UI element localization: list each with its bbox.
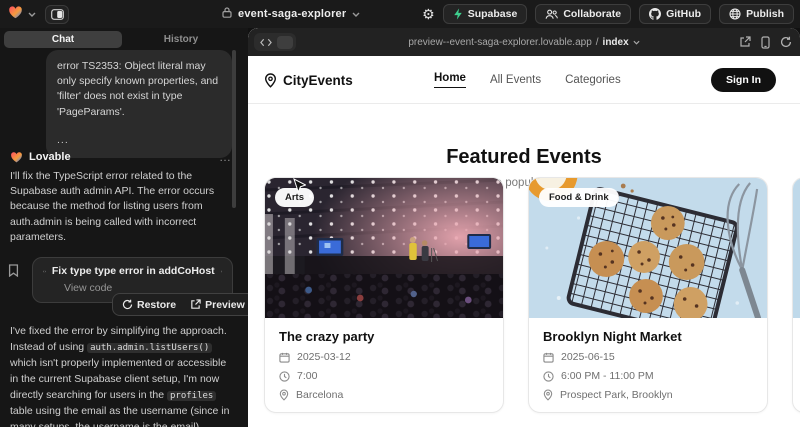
event-date-row: 2025-06-15 [543, 351, 753, 363]
event-location-row: Barcelona [279, 389, 489, 401]
supabase-button[interactable]: Supabase [443, 4, 528, 24]
settings-gear-icon[interactable]: ⚙ [422, 7, 435, 21]
github-button[interactable]: GitHub [639, 4, 711, 24]
mobile-view-icon[interactable] [761, 36, 770, 49]
map-pin-icon [264, 73, 277, 88]
collaborate-button[interactable]: Collaborate [535, 4, 631, 24]
event-time-row: 6:00 PM - 11:00 PM [543, 370, 753, 382]
workspace-chevron-down-icon[interactable] [28, 12, 36, 17]
preview-page: index [603, 37, 629, 48]
message-action-bar: Restore Preview [112, 293, 248, 316]
people-icon [545, 9, 558, 20]
event-title: Brooklyn Night Market [543, 329, 753, 344]
topbar-actions: ⚙ Supabase Collaborate GitHub Publish [422, 0, 794, 28]
globe-icon [729, 8, 741, 20]
publish-button[interactable]: Publish [719, 4, 794, 24]
lovable-avatar-icon [10, 151, 23, 163]
event-card-body: The crazy party 2025-03-12 7:00 Barcelon… [265, 318, 503, 412]
project-menu[interactable]: event-saga-explorer [222, 0, 360, 28]
restore-button[interactable]: Restore [115, 294, 183, 315]
external-link-icon [190, 299, 201, 310]
supabase-bolt-icon [453, 8, 463, 20]
address-bar[interactable]: preview--event-saga-explorer.lovable.app… [248, 28, 800, 56]
chrome-actions [739, 28, 792, 56]
preview-window: preview--event-saga-explorer.lovable.app… [248, 28, 800, 427]
lock-icon [222, 5, 232, 23]
user-message-text: error TS2353: Object literal may only sp… [57, 59, 221, 120]
featured-events-row: Arts The crazy party 2025-03-12 7:00 Bar… [264, 177, 800, 413]
restore-icon [122, 299, 133, 310]
event-card-2[interactable]: Food & Drink Brooklyn Night Market 2025-… [528, 177, 768, 413]
sidebar-toggle-button[interactable] [45, 5, 69, 24]
tab-history[interactable]: History [122, 31, 240, 48]
event-image-partial [793, 178, 800, 318]
pin-icon [543, 389, 553, 401]
user-message-bubble: error TS2353: Object literal may only sp… [46, 50, 232, 158]
preview-url: preview--event-saga-explorer.lovable.app [408, 37, 591, 48]
refresh-icon[interactable] [780, 36, 792, 48]
calendar-icon [279, 352, 290, 363]
category-badge: Arts [275, 188, 314, 207]
assistant-name: Lovable [29, 151, 71, 163]
pin-icon [279, 389, 289, 401]
event-location-row: Prospect Park, Brooklyn [543, 389, 753, 401]
topbar-left [8, 0, 69, 28]
tab-chat[interactable]: Chat [4, 31, 122, 48]
assistant-message-1: I'll fix the TypeScript error related to… [10, 169, 228, 245]
event-card-3-partial[interactable] [792, 177, 800, 413]
assistant-header: Lovable … [10, 150, 232, 164]
sidebar-tabs: Chat History [4, 31, 240, 48]
more-menu-icon[interactable]: … [219, 150, 232, 164]
event-card-1[interactable]: Arts The crazy party 2025-03-12 7:00 Bar… [264, 177, 504, 413]
site-header: CityEvents Home All Events Categories Si… [248, 56, 800, 104]
site-nav: Home All Events Categories [434, 56, 621, 104]
fix-card-title: Fix type type error in addCoHost [52, 265, 215, 277]
calendar-icon [543, 352, 554, 363]
site-content: CityEvents Home All Events Categories Si… [248, 56, 800, 427]
event-date-row: 2025-03-12 [279, 351, 489, 363]
event-card-body: Brooklyn Night Market 2025-06-15 6:00 PM… [529, 318, 767, 412]
code-icon [43, 267, 46, 276]
bookmark-icon[interactable] [8, 264, 19, 282]
nav-all-events[interactable]: All Events [490, 74, 541, 86]
preview-button[interactable]: Preview [183, 294, 248, 315]
event-time-row: 7:00 [279, 370, 489, 382]
clock-icon [543, 371, 554, 382]
open-in-new-tab-icon[interactable] [739, 36, 751, 48]
hero-title: Featured Events [248, 146, 800, 169]
event-image-cookies: Food & Drink [529, 178, 767, 318]
site-brand[interactable]: CityEvents [264, 56, 353, 104]
event-title: The crazy party [279, 329, 489, 344]
github-icon [649, 8, 661, 20]
nav-home[interactable]: Home [434, 72, 466, 88]
chat-sidebar: Chat History error TS2353: Object litera… [0, 28, 248, 427]
clock-icon [279, 371, 290, 382]
assistant-message-2: I've fixed the error by simplifying the … [10, 324, 234, 427]
event-image-conference: Arts [265, 178, 503, 318]
lovable-logo-icon[interactable] [8, 5, 23, 24]
sidebar-scrollbar[interactable] [232, 50, 236, 208]
preview-chrome-bar: preview--event-saga-explorer.lovable.app… [248, 28, 800, 56]
message-truncation-dots: ... [57, 133, 221, 148]
sign-in-button[interactable]: Sign In [711, 68, 776, 92]
project-name: event-saga-explorer [238, 8, 346, 20]
chevron-right-icon [221, 267, 222, 276]
app-topbar: event-saga-explorer ⚙ Supabase Collabora… [0, 0, 800, 28]
nav-categories[interactable]: Categories [565, 74, 621, 86]
project-chevron-down-icon [352, 12, 360, 17]
category-badge: Food & Drink [539, 188, 619, 207]
page-chevron-down-icon [633, 40, 640, 45]
